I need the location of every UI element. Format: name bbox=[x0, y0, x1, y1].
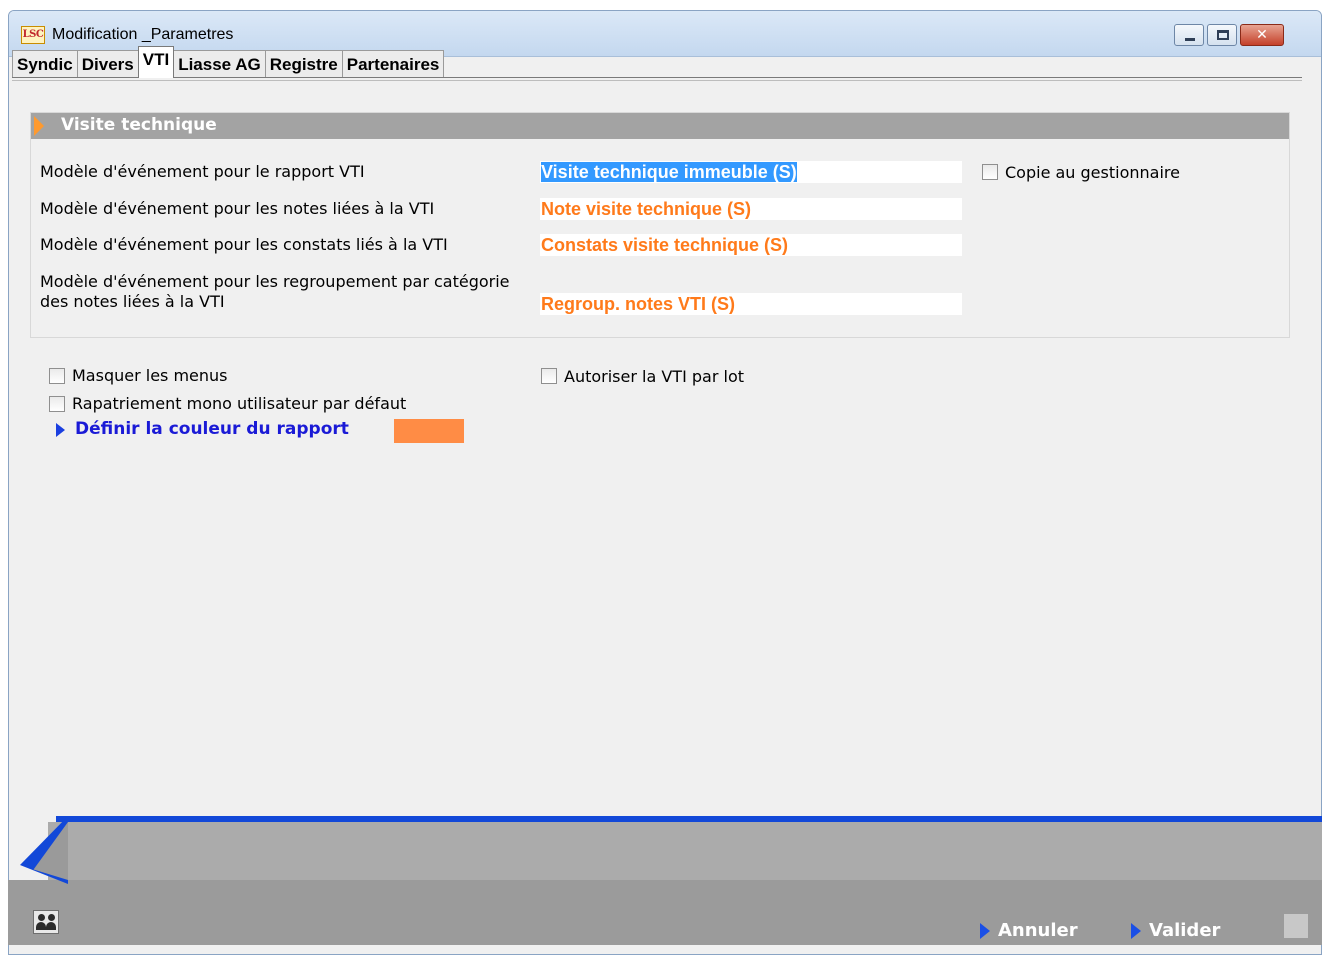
resize-grip[interactable] bbox=[1284, 914, 1308, 938]
section-header: Visite technique bbox=[31, 113, 1289, 139]
section-title: Visite technique bbox=[61, 115, 217, 135]
footer-band-dark bbox=[8, 880, 1322, 945]
tab-partenaires[interactable]: Partenaires bbox=[341, 50, 445, 78]
vti-by-lot-label: Autoriser la VTI par lot bbox=[564, 367, 745, 386]
vti-notes-label: Modèle d'événement pour les notes liées … bbox=[40, 199, 435, 218]
vti-notes-field[interactable]: Note visite technique (S) bbox=[540, 198, 962, 220]
close-button[interactable]: ✕ bbox=[1240, 24, 1284, 46]
minimize-icon bbox=[1185, 38, 1195, 41]
vti-grouping-label-line1: Modèle d'événement pour les regroupement… bbox=[40, 272, 510, 291]
chevron-right-icon bbox=[34, 116, 44, 136]
users-icon[interactable] bbox=[33, 910, 59, 934]
validate-label: Valider bbox=[1149, 920, 1221, 941]
vti-report-field[interactable]: Visite technique immeuble (S) bbox=[540, 161, 962, 183]
user-head bbox=[38, 914, 45, 921]
app-logo: LSC bbox=[21, 26, 45, 44]
tab-divider bbox=[12, 77, 1302, 81]
vti-report-label: Modèle d'événement pour le rapport VTI bbox=[40, 162, 365, 181]
footer-blue-line bbox=[56, 816, 1322, 822]
report-color-link[interactable]: Définir la couleur du rapport bbox=[75, 419, 349, 439]
maximize-button[interactable] bbox=[1207, 24, 1237, 46]
tab-syndic[interactable]: Syndic bbox=[12, 50, 78, 78]
footer-band: Annuler Valider bbox=[8, 816, 1322, 945]
vti-findings-label: Modèle d'événement pour les constats lié… bbox=[40, 235, 448, 254]
vti-by-lot-checkbox[interactable] bbox=[541, 368, 557, 384]
tab-registre[interactable]: Registre bbox=[264, 50, 343, 78]
window-title: Modification _Parametres bbox=[52, 26, 234, 43]
cancel-button[interactable]: Annuler bbox=[980, 920, 1078, 941]
tab-divers[interactable]: Divers bbox=[76, 50, 139, 78]
maximize-icon bbox=[1217, 30, 1229, 40]
user-body bbox=[46, 922, 56, 930]
user-head bbox=[48, 914, 55, 921]
user-body bbox=[36, 922, 46, 930]
minimize-button[interactable] bbox=[1174, 24, 1204, 46]
hide-menus-label: Masquer les menus bbox=[72, 366, 228, 385]
vti-grouping-label-line2: des notes liées à la VTI bbox=[40, 292, 225, 311]
validate-arrow-icon bbox=[1131, 922, 1141, 939]
footer-band-light bbox=[48, 822, 1322, 880]
link-arrow-icon bbox=[56, 423, 65, 437]
mono-user-label: Rapatriement mono utilisateur par défaut bbox=[72, 394, 407, 413]
copy-manager-checkbox[interactable] bbox=[982, 164, 998, 180]
validate-button[interactable]: Valider bbox=[1131, 920, 1220, 941]
vti-grouping-field[interactable]: Regroup. notes VTI (S) bbox=[540, 293, 962, 315]
tab-bar: Syndic Divers VTI Liasse AG Registre Par… bbox=[12, 46, 445, 78]
close-icon: ✕ bbox=[1256, 27, 1268, 43]
back-arrow-inner bbox=[33, 822, 68, 880]
vti-findings-field[interactable]: Constats visite technique (S) bbox=[540, 234, 962, 256]
hide-menus-checkbox[interactable] bbox=[49, 368, 65, 384]
cancel-arrow-icon bbox=[980, 922, 990, 939]
report-color-swatch[interactable] bbox=[394, 419, 464, 443]
tab-vti[interactable]: VTI bbox=[137, 46, 175, 78]
copy-manager-label: Copie au gestionnaire bbox=[1005, 163, 1180, 182]
vti-report-value: Visite technique immeuble (S) bbox=[541, 162, 797, 182]
mono-user-checkbox[interactable] bbox=[49, 396, 65, 412]
cancel-label: Annuler bbox=[998, 920, 1078, 941]
tab-liasse-ag[interactable]: Liasse AG bbox=[173, 50, 266, 78]
